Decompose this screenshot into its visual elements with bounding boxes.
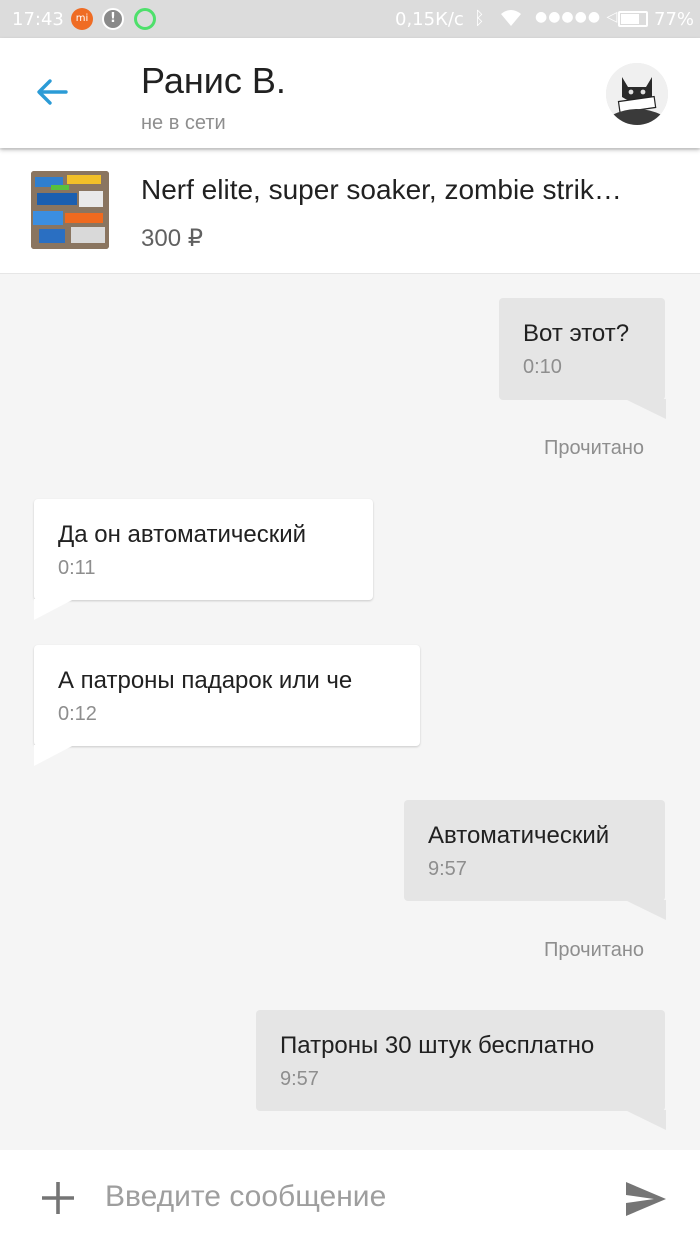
listing-title: Nerf elite, super soaker, zombie strik… (141, 174, 622, 205)
listing-card[interactable]: Nerf elite, super soaker, zombie strik… … (0, 150, 700, 274)
listing-price: 300 ₽ (141, 225, 203, 252)
signal-icon: ●●●●● ◁ (535, 9, 619, 25)
message-outgoing[interactable]: Автоматический 9:57 (404, 800, 665, 901)
message-time: 9:57 (428, 858, 467, 880)
contact-name: Ранис В. (141, 60, 286, 101)
alert-icon: ! (102, 8, 124, 30)
message-time: 0:12 (58, 703, 97, 725)
read-receipt: Прочитано (544, 437, 644, 459)
bubble-tail (34, 599, 74, 620)
message-time: 0:11 (58, 557, 96, 579)
contact-status: не в сети (141, 112, 226, 134)
message-composer (0, 1150, 700, 1244)
message-incoming[interactable]: Да он автоматический 0:11 (34, 499, 373, 600)
battery-icon (618, 11, 648, 27)
message-outgoing[interactable]: Патроны 30 штук бесплатно 9:57 (256, 1010, 665, 1111)
wifi-icon (500, 8, 522, 33)
message-time: 0:10 (523, 356, 562, 378)
attach-plus-icon[interactable] (38, 1178, 78, 1218)
read-receipt: Прочитано (544, 939, 644, 961)
message-text: А патроны падарок или че (58, 667, 353, 694)
bubble-tail (625, 399, 666, 419)
network-speed: 0,15К/с (395, 9, 464, 30)
status-time: 17:43 (12, 9, 64, 30)
message-bubble-icon (134, 8, 156, 30)
message-input[interactable] (105, 1174, 585, 1220)
bluetooth-icon: ᛒ (474, 8, 485, 29)
message-text: Вот этот? (523, 320, 630, 347)
bubble-tail (625, 1110, 666, 1130)
send-icon[interactable] (624, 1180, 668, 1218)
battery-fill (621, 14, 639, 24)
message-time: 9:57 (280, 1068, 319, 1090)
listing-thumbnail (31, 171, 109, 249)
message-text: Автоматический (428, 822, 610, 849)
chat-header: Ранис В. не в сети (0, 38, 700, 148)
message-incoming[interactable]: А патроны падарок или че 0:12 (34, 645, 420, 746)
bubble-tail (625, 900, 666, 920)
message-outgoing[interactable]: Вот этот? 0:10 (499, 298, 665, 400)
avatar[interactable] (606, 63, 668, 125)
back-arrow-icon[interactable] (32, 72, 72, 112)
message-text: Да он автоматический (58, 521, 307, 548)
message-text: Патроны 30 штук бесплатно (280, 1032, 595, 1059)
bubble-tail (34, 745, 74, 766)
mi-icon: mi (71, 8, 93, 30)
status-bar: 17:43 mi ! 0,15К/с ᛒ ●●●●● ◁ 77% (0, 0, 700, 38)
battery-percent: 77% (654, 9, 695, 30)
